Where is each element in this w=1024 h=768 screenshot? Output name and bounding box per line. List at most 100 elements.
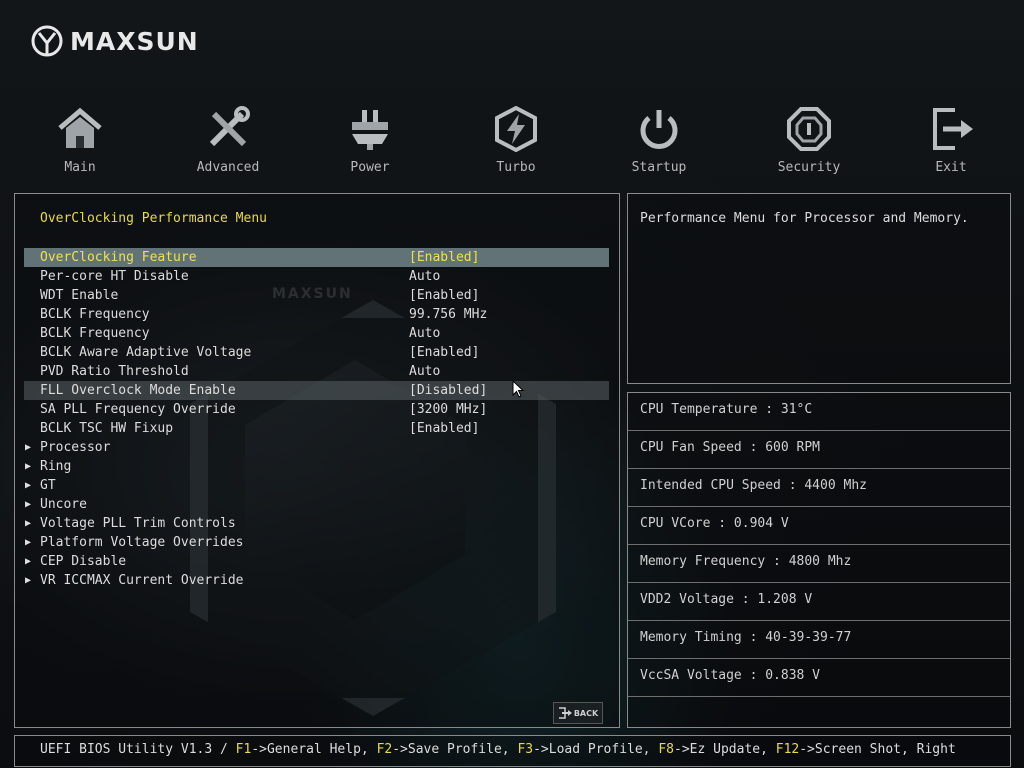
brand-logo: MAXSUN (30, 24, 199, 58)
submenu-arrow-icon: ▶ (25, 442, 32, 453)
submenu-label: GT (40, 478, 56, 493)
back-button[interactable]: BACK (553, 702, 603, 724)
status-intended-cpu-speed: Intended CPU Speed : 4400 Mhz (628, 469, 1010, 507)
status-cpu-temperature: CPU Temperature : 31°C (628, 393, 1010, 431)
back-arrow-icon (558, 707, 572, 719)
status-memory-frequency: Memory Frequency : 4800 Mhz (628, 545, 1010, 583)
submenu-uncore[interactable]: ▶ Uncore (24, 495, 609, 514)
settings-panel: OverClocking Performance Menu OverClocki… (14, 193, 620, 728)
tab-startup-label: Startup (631, 160, 687, 175)
status-text: VDD2 Voltage : 1.208 V (640, 592, 813, 607)
submenu-label: Voltage PLL Trim Controls (40, 516, 236, 531)
hotkey-f8-action: ->Ez Update, (674, 742, 776, 757)
footer-hotkeys: UEFI BIOS Utility V1.3 / F1->General Hel… (40, 742, 956, 757)
top-navigation: Main Advanced Power Turbo Startup Securi… (0, 100, 1024, 186)
tab-turbo[interactable]: Turbo (461, 100, 571, 175)
status-text: Intended CPU Speed : 4400 Mhz (640, 478, 867, 493)
status-vdd2-voltage: VDD2 Voltage : 1.208 V (628, 583, 1010, 621)
setting-sa-pll-frequency-override[interactable]: SA PLL Frequency Override [3200 MHz] (24, 400, 609, 419)
tab-exit[interactable]: Exit (896, 100, 1006, 175)
setting-label: BCLK Aware Adaptive Voltage (40, 345, 252, 360)
hotkey-f3-action: ->Load Profile, (533, 742, 659, 757)
tab-main[interactable]: Main (25, 100, 135, 175)
submenu-label: Processor (40, 440, 111, 455)
help-panel: Performance Menu for Processor and Memor… (627, 193, 1011, 384)
lightning-icon (495, 106, 537, 152)
submenu-processor[interactable]: ▶ Processor (24, 438, 609, 457)
setting-label: FLL Overclock Mode Enable (40, 383, 236, 398)
hotkey-f12[interactable]: F12 (776, 742, 799, 757)
hotkey-f1-action: ->General Help, (251, 742, 377, 757)
tab-advanced-label: Advanced (196, 160, 260, 175)
submenu-ring[interactable]: ▶ Ring (24, 457, 609, 476)
submenu-label: Platform Voltage Overrides (40, 535, 244, 550)
hotkey-f3[interactable]: F3 (517, 742, 533, 757)
setting-overclocking-feature[interactable]: OverClocking Feature [Enabled] (24, 248, 609, 267)
menu-title: OverClocking Performance Menu (40, 211, 267, 226)
setting-value: 99.756 MHz (409, 307, 488, 322)
setting-value: Auto (409, 269, 441, 284)
help-text: Performance Menu for Processor and Memor… (640, 211, 969, 226)
submenu-label: VR ICCMAX Current Override (40, 573, 244, 588)
status-text: CPU Fan Speed : 600 RPM (640, 440, 821, 455)
setting-label: WDT Enable (40, 288, 119, 303)
setting-label: PVD Ratio Threshold (40, 364, 189, 379)
setting-label: OverClocking Feature (40, 250, 197, 265)
status-cpu-vcore: CPU VCore : 0.904 V (628, 507, 1010, 545)
tab-security-label: Security (777, 160, 841, 175)
setting-bclk-aware-adaptive-voltage[interactable]: BCLK Aware Adaptive Voltage [Enabled] (24, 343, 609, 362)
submenu-arrow-icon: ▶ (25, 537, 32, 548)
tools-icon (209, 106, 250, 147)
setting-wdt-enable[interactable]: WDT Enable [Enabled] (24, 286, 609, 305)
tab-exit-label: Exit (935, 160, 967, 175)
status-text: Memory Timing : 40-39-39-77 (640, 630, 852, 645)
back-button-label: BACK (573, 708, 599, 718)
hotkey-f8[interactable]: F8 (658, 742, 674, 757)
submenu-cep-disable[interactable]: ▶ CEP Disable (24, 552, 609, 571)
submenu-platform-voltage-overrides[interactable]: ▶ Platform Voltage Overrides (24, 533, 609, 552)
mouse-pointer-icon (512, 380, 524, 398)
status-memory-timing: Memory Timing : 40-39-39-77 (628, 621, 1010, 659)
submenu-vr-iccmax-current-override[interactable]: ▶ VR ICCMAX Current Override (24, 571, 609, 590)
hotkey-f1[interactable]: F1 (236, 742, 252, 757)
status-vccsa-voltage: VccSA Voltage : 0.838 V (628, 659, 1010, 697)
tab-main-label: Main (64, 160, 96, 175)
submenu-gt[interactable]: ▶ GT (24, 476, 609, 495)
hotkey-f2[interactable]: F2 (377, 742, 393, 757)
submenu-arrow-icon: ▶ (25, 575, 32, 586)
setting-bclk-frequency[interactable]: BCLK Frequency Auto (24, 324, 609, 343)
status-text: Memory Frequency : 4800 Mhz (640, 554, 852, 569)
hotkey-f2-action: ->Save Profile, (392, 742, 518, 757)
tab-security[interactable]: Security (754, 100, 864, 175)
submenu-arrow-icon: ▶ (25, 499, 32, 510)
tab-turbo-label: Turbo (496, 160, 536, 175)
status-text: VccSA Voltage : 0.838 V (640, 668, 821, 683)
setting-value: [Enabled] (409, 288, 480, 303)
exit-icon (933, 108, 973, 150)
setting-value: Auto (409, 326, 441, 341)
submenu-arrow-icon: ▶ (25, 480, 32, 491)
power-plug-icon (352, 110, 388, 150)
brand-name: MAXSUN (70, 26, 199, 56)
setting-label: Per-core HT Disable (40, 269, 189, 284)
setting-pvd-ratio-threshold[interactable]: PVD Ratio Threshold Auto (24, 362, 609, 381)
setting-value: [Enabled] (409, 250, 480, 265)
submenu-arrow-icon: ▶ (25, 461, 32, 472)
settings-list: OverClocking Feature [Enabled] Per-core … (24, 248, 609, 590)
setting-per-core-ht-disable[interactable]: Per-core HT Disable Auto (24, 267, 609, 286)
setting-label: SA PLL Frequency Override (40, 402, 236, 417)
status-cpu-fan-speed: CPU Fan Speed : 600 RPM (628, 431, 1010, 469)
setting-value: [3200 MHz] (409, 402, 488, 417)
setting-value: [Disabled] (409, 383, 488, 398)
maxsun-logo-icon (31, 25, 63, 57)
hardware-status-panel: CPU Temperature : 31°C CPU Fan Speed : 6… (627, 392, 1011, 728)
setting-bclk-tsc-hw-fixup[interactable]: BCLK TSC HW Fixup [Enabled] (24, 419, 609, 438)
tab-advanced[interactable]: Advanced (173, 100, 283, 175)
submenu-label: Ring (40, 459, 72, 474)
setting-bclk-frequency-current[interactable]: BCLK Frequency 99.756 MHz (24, 305, 609, 324)
submenu-voltage-pll-trim-controls[interactable]: ▶ Voltage PLL Trim Controls (24, 514, 609, 533)
tab-startup[interactable]: Startup (604, 100, 714, 175)
submenu-label: Uncore (40, 497, 87, 512)
setting-value: [Enabled] (409, 345, 480, 360)
tab-power[interactable]: Power (315, 100, 425, 175)
